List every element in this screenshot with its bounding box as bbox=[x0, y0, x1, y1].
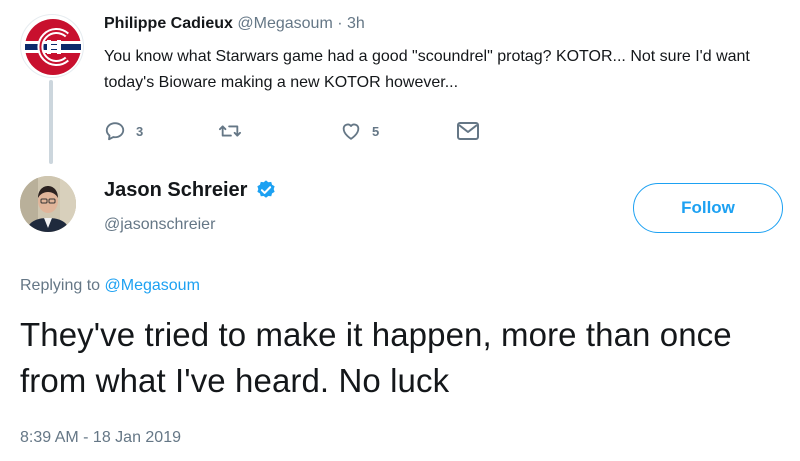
verified-badge-icon bbox=[255, 179, 277, 201]
parent-tweet-time[interactable]: 3h bbox=[347, 15, 365, 32]
reply-button[interactable]: 3 bbox=[104, 118, 143, 144]
direct-message-button[interactable] bbox=[456, 118, 480, 144]
heart-icon bbox=[342, 123, 360, 140]
tweet-text: They've tried to make it happen, more th… bbox=[20, 316, 732, 399]
parent-author-name[interactable]: Philippe Cadieux bbox=[104, 15, 233, 32]
author-photo-icon bbox=[20, 176, 76, 232]
separator-dot: · bbox=[337, 15, 343, 32]
envelope-icon bbox=[457, 122, 479, 140]
replying-to-link[interactable]: @Megasoum bbox=[105, 277, 200, 294]
thread-connector-line bbox=[49, 80, 53, 164]
montreal-canadiens-logo-icon bbox=[25, 19, 81, 75]
retweet-button[interactable] bbox=[218, 118, 252, 144]
tweet-timestamp[interactable]: 8:39 AM - 18 Jan 2019 bbox=[20, 427, 181, 449]
retweet-icon bbox=[219, 125, 241, 137]
like-button[interactable]: 5 bbox=[340, 118, 379, 144]
like-count: 5 bbox=[372, 123, 380, 139]
replying-to-line: Replying to @Megasoum bbox=[20, 274, 200, 298]
parent-author-handle[interactable]: @Megasoum bbox=[237, 15, 332, 32]
parent-tweet-header: Philippe Cadieux @Megasoum · 3h bbox=[104, 14, 365, 34]
author-handle[interactable]: @jasonschreier bbox=[104, 214, 215, 236]
parent-avatar[interactable] bbox=[20, 14, 84, 78]
author-name[interactable]: Jason Schreier bbox=[104, 177, 247, 203]
replying-to-prefix: Replying to bbox=[20, 277, 101, 294]
author-avatar[interactable] bbox=[20, 176, 76, 232]
parent-tweet-text: You know what Starwars game had a good "… bbox=[104, 48, 750, 91]
reply-count: 3 bbox=[136, 123, 144, 139]
author-name-row: Jason Schreier bbox=[104, 177, 277, 203]
follow-button[interactable]: Follow bbox=[633, 183, 783, 233]
reply-icon bbox=[105, 122, 125, 141]
